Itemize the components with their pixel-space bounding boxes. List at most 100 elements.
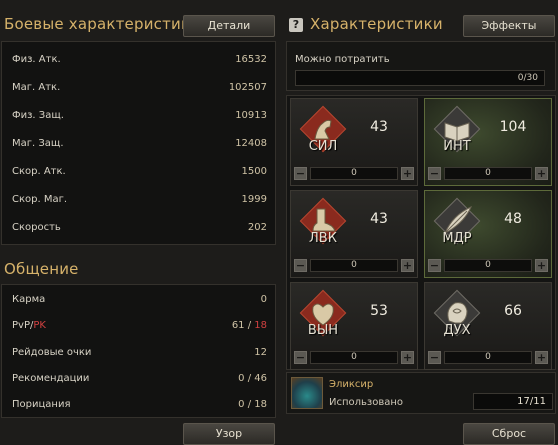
stats-grid: СИЛ 43 − 0 + ИНТ 104 − 0 + ЛВК 43 − 0 + … (286, 95, 556, 370)
stat-value: 102507 (228, 82, 267, 93)
stat-value: 202 (247, 222, 267, 233)
pk-text: PK (33, 320, 46, 331)
stat-cell-str: СИЛ 43 − 0 + (290, 98, 418, 186)
rec-label: Рекомендации (12, 373, 90, 384)
stat-label: Маг. Атк. (12, 82, 61, 93)
stat-abbr: ДУХ (443, 323, 471, 338)
stat-label: Маг. Защ. (12, 138, 64, 149)
elixir-icon[interactable] (291, 377, 323, 409)
stat-label: Скорость (12, 222, 61, 233)
minus-button[interactable]: − (428, 167, 441, 180)
stat-label: Скор. Маг. (12, 194, 68, 205)
stat-value: 66 (504, 303, 522, 319)
pvp-text: PvP/ (12, 320, 34, 331)
stat-abbr: ЛВК (309, 231, 337, 246)
pvp-label: PvP/PK (12, 320, 46, 331)
men-stepper: − 0 + (428, 351, 548, 365)
stat-cell-wit: МДР 48 − 0 + (424, 190, 552, 278)
step-field[interactable]: 0 (310, 351, 398, 364)
minus-button[interactable]: − (294, 351, 307, 364)
step-field[interactable]: 0 (444, 167, 532, 180)
step-field[interactable]: 0 (310, 259, 398, 272)
stat-label: Физ. Защ. (12, 110, 64, 121)
elixir-title: Эликсир (329, 379, 374, 390)
wit-stepper: − 0 + (428, 259, 548, 273)
minus-button[interactable]: − (428, 351, 441, 364)
combat-title: Боевые характеристики (4, 15, 201, 33)
raid-points-row: Рейдовые очки 12 (2, 338, 275, 366)
stat-cell-men: ДУХ 66 − 0 + (424, 282, 552, 370)
plus-button[interactable]: + (401, 351, 414, 364)
stat-label: Физ. Атк. (12, 54, 61, 65)
elixir-panel: Эликсир Использовано 17/11 (286, 372, 556, 414)
elixir-used-label: Использовано (329, 397, 404, 408)
help-icon[interactable]: ? (289, 18, 303, 32)
pk-count: 18 (254, 320, 267, 331)
social-title: Общение (4, 260, 79, 278)
cens-label: Порицания (12, 399, 71, 410)
stat-abbr: МДР (442, 231, 472, 246)
pvp-value: 61 / 18 (232, 320, 267, 331)
stat-cell-dex: ЛВК 43 − 0 + (290, 190, 418, 278)
can-spend-value: 0/30 (517, 73, 538, 83)
reset-button[interactable]: Сброс (463, 423, 555, 445)
stat-label: Скор. Атк. (12, 166, 66, 177)
cens-value: 0 / 18 (238, 399, 267, 410)
stat-cell-int: ИНТ 104 − 0 + (424, 98, 552, 186)
pvp-count: 61 / (231, 320, 255, 331)
minus-button[interactable]: − (294, 167, 307, 180)
plus-button[interactable]: + (401, 259, 414, 272)
stat-row-mag-def: Маг. Защ. 12408 (2, 129, 275, 157)
stat-value: 16532 (235, 54, 267, 65)
social-panel: Карма 0 PvP/PK 61 / 18 Рейдовые очки 12 … (1, 284, 276, 418)
censures-row: Порицания 0 / 18 (2, 390, 275, 418)
step-field[interactable]: 0 (310, 167, 398, 180)
stat-row-phys-atk: Физ. Атк. 16532 (2, 45, 275, 73)
spend-bar: 0/30 (295, 70, 545, 86)
stat-value: 48 (504, 211, 522, 227)
karma-value: 0 (260, 294, 267, 305)
stats-title: Характеристики (310, 15, 443, 33)
dex-stepper: − 0 + (294, 259, 414, 273)
stat-abbr: СИЛ (308, 139, 338, 154)
stat-abbr: ВЫН (307, 323, 339, 338)
pvp-row: PvP/PK 61 / 18 (2, 311, 275, 339)
combat-stats-panel: Физ. Атк. 16532 Маг. Атк. 102507 Физ. За… (1, 41, 276, 245)
elixir-value: 17/11 (517, 396, 546, 407)
stat-row-speed: Скорость 202 (2, 213, 275, 241)
plus-button[interactable]: + (535, 259, 548, 272)
stat-row-mag-atk: Маг. Атк. 102507 (2, 73, 275, 101)
raid-label: Рейдовые очки (12, 347, 92, 358)
karma-label: Карма (12, 294, 46, 305)
plus-button[interactable]: + (535, 351, 548, 364)
stat-value: 10913 (235, 110, 267, 121)
details-button[interactable]: Детали (183, 15, 275, 37)
raid-value: 12 (254, 347, 267, 358)
int-stepper: − 0 + (428, 167, 548, 181)
minus-button[interactable]: − (428, 259, 441, 272)
minus-button[interactable]: − (294, 259, 307, 272)
can-spend-label: Можно потратить (295, 54, 390, 65)
str-stepper: − 0 + (294, 167, 414, 181)
stat-abbr: ИНТ (443, 139, 471, 154)
elixir-count-field: 17/11 (473, 393, 553, 410)
stat-value: 104 (499, 119, 527, 135)
recommendations-row: Рекомендации 0 / 46 (2, 364, 275, 392)
stat-cell-con: ВЫН 53 − 0 + (290, 282, 418, 370)
plus-button[interactable]: + (401, 167, 414, 180)
pattern-button[interactable]: Узор (183, 423, 275, 445)
plus-button[interactable]: + (535, 167, 548, 180)
con-stepper: − 0 + (294, 351, 414, 365)
stat-value: 1500 (241, 166, 267, 177)
stat-value: 53 (370, 303, 388, 319)
stat-value: 43 (370, 211, 388, 227)
karma-row: Карма 0 (2, 285, 275, 313)
stat-row-phys-def: Физ. Защ. 10913 (2, 101, 275, 129)
stat-value: 1999 (241, 194, 267, 205)
step-field[interactable]: 0 (444, 351, 532, 364)
stat-row-atk-speed: Скор. Атк. 1500 (2, 157, 275, 185)
stat-row-cast-speed: Скор. Маг. 1999 (2, 185, 275, 213)
spend-points-panel: Можно потратить 0/30 (286, 41, 556, 91)
step-field[interactable]: 0 (444, 259, 532, 272)
effects-button[interactable]: Эффекты (463, 15, 555, 37)
